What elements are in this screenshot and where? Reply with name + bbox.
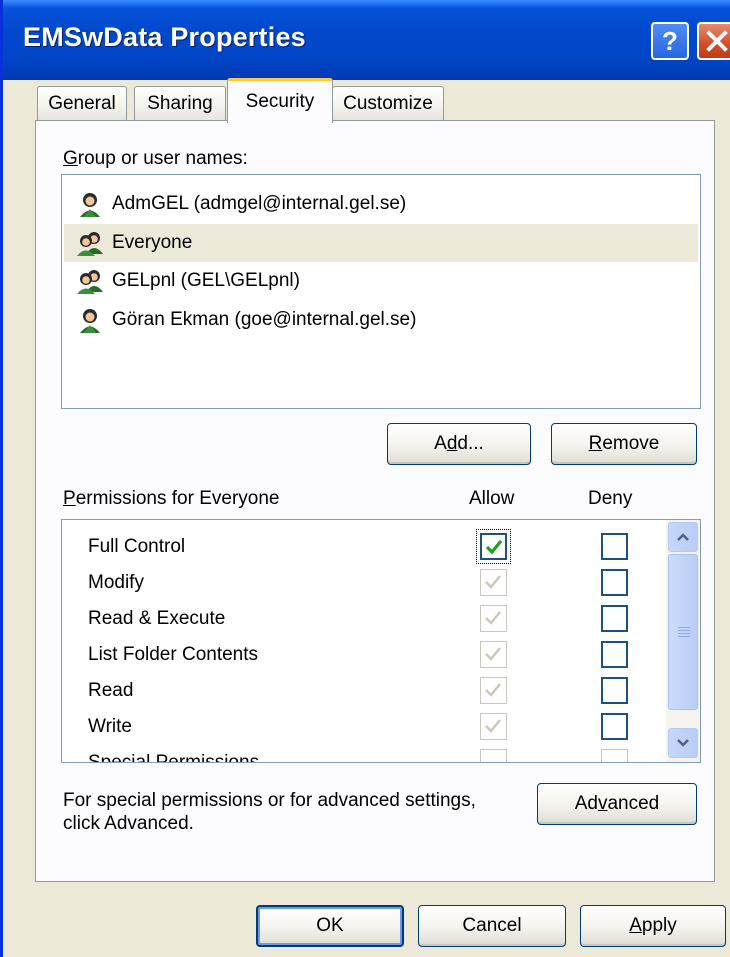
add-button-label-post: d... — [457, 433, 484, 454]
deny-column-header: Deny — [588, 488, 633, 509]
window-title: EMSwData Properties — [23, 22, 306, 52]
advanced-button-label-pre: Ad — [574, 793, 598, 814]
user-icon — [80, 309, 100, 333]
group-icon — [77, 232, 103, 256]
deny-checkbox-full-control[interactable] — [601, 533, 628, 560]
allow-checkbox-list-folder-contents[interactable] — [480, 641, 507, 668]
permission-row-modify: Modify — [62, 566, 662, 602]
add-button[interactable]: Ad d... — [387, 423, 531, 465]
apply-button[interactable]: Apply — [580, 905, 726, 947]
tab-security[interactable]: Security — [227, 78, 333, 123]
permission-row-full-control: Full Control — [62, 529, 662, 566]
permission-label: Modify — [88, 572, 144, 593]
remove-button-mnemonic: R — [588, 433, 603, 454]
advanced-description: For special permissions or for advanced … — [63, 789, 476, 835]
permission-row-write: Write — [62, 710, 662, 746]
advanced-button[interactable]: Ad v anced — [537, 783, 697, 825]
list-item-label: Göran Ekman (goe@internal.gel.se) — [112, 309, 417, 330]
deny-checkbox-write[interactable] — [601, 713, 628, 740]
checkmark-icon — [485, 575, 501, 589]
cancel-button[interactable]: Cancel — [418, 905, 566, 947]
permission-row-list-folder-contents: List Folder Contents — [62, 638, 662, 674]
chevron-down-icon — [677, 739, 689, 747]
tab-sharing-label: Sharing — [147, 92, 213, 114]
group-names-label-mnemonic: G — [63, 148, 78, 169]
permission-label: Write — [88, 716, 132, 737]
permissions-label-text: ermissions for Everyone — [75, 488, 280, 509]
permission-label: Full Control — [88, 536, 186, 557]
checkmark-icon — [485, 539, 503, 555]
checkmark-icon — [485, 647, 501, 661]
allow-checkbox-read[interactable] — [480, 677, 507, 704]
checkmark-icon — [485, 611, 501, 625]
permission-label: Special Permissions — [88, 752, 260, 763]
permission-label: Read & Execute — [88, 608, 226, 629]
apply-button-mnemonic: A — [629, 915, 642, 936]
apply-button-label: pply — [641, 915, 677, 936]
question-mark-icon: ? — [662, 25, 678, 56]
list-item-goran-ekman[interactable]: Göran Ekman (goe@internal.gel.se) — [64, 301, 698, 339]
group-icon — [77, 270, 103, 294]
list-item-everyone[interactable]: Everyone — [64, 224, 698, 262]
properties-dialog: EMSwData Properties ? General Sharing Se… — [0, 0, 730, 957]
checkmark-icon — [485, 683, 501, 697]
scrollbar-thumb[interactable] — [668, 554, 698, 710]
group-names-label: Group or user names: — [63, 148, 248, 170]
ok-button[interactable]: OK — [256, 905, 404, 947]
close-icon — [706, 30, 728, 52]
cancel-button-label: Cancel — [462, 915, 522, 936]
allow-checkbox-read-execute[interactable] — [480, 605, 507, 632]
allow-checkbox-write[interactable] — [480, 713, 507, 740]
advanced-description-line2: click Advanced. — [63, 813, 194, 834]
deny-checkbox-modify[interactable] — [601, 569, 628, 596]
deny-checkbox-read-execute[interactable] — [601, 605, 628, 632]
advanced-button-label-post: anced — [607, 793, 660, 814]
list-item-admgel[interactable]: AdmGEL (admgel@internal.gel.se) — [64, 185, 698, 223]
chevron-up-icon — [677, 533, 689, 541]
list-item-label: AdmGEL (admgel@internal.gel.se) — [112, 193, 407, 214]
permission-label: Read — [88, 680, 134, 701]
list-item-label: Everyone — [112, 232, 193, 253]
permission-label: List Folder Contents — [88, 644, 259, 665]
advanced-button-mnemonic: v — [597, 793, 608, 814]
tab-general-label: General — [48, 92, 116, 114]
deny-checkbox-list-folder-contents[interactable] — [601, 641, 628, 668]
list-item-label: GELpnl (GEL\GELpnl) — [112, 270, 300, 291]
tab-general[interactable]: General — [37, 86, 127, 120]
user-icon — [80, 193, 100, 217]
permission-row-special-permissions: Special Permissions — [62, 746, 662, 763]
remove-button[interactable]: Remove — [551, 423, 697, 465]
scroll-up-button[interactable] — [668, 522, 698, 552]
add-button-label-pre: A — [434, 433, 447, 454]
permissions-label: Permissions for Everyone — [63, 488, 279, 510]
tab-security-label: Security — [245, 91, 315, 112]
deny-checkbox-read[interactable] — [601, 677, 628, 704]
close-button[interactable] — [697, 22, 730, 60]
help-button[interactable]: ? — [651, 22, 689, 60]
title-bar[interactable]: EMSwData Properties ? — [3, 0, 730, 80]
ok-button-label: OK — [316, 915, 344, 936]
permission-row-read: Read — [62, 674, 662, 710]
deny-checkbox-special-permissions[interactable] — [601, 749, 628, 762]
advanced-description-line1: For special permissions or for advanced … — [63, 790, 476, 811]
group-names-label-text: roup or user names: — [77, 148, 248, 169]
tab-customize-label: Customize — [343, 92, 433, 114]
scroll-down-button[interactable] — [668, 728, 698, 758]
add-button-mnemonic: d — [446, 433, 458, 454]
permission-row-read-execute: Read & Execute — [62, 602, 662, 638]
permissions-scrollbar[interactable] — [666, 520, 700, 762]
group-user-list[interactable]: AdmGEL (admgel@internal.gel.se) Everyone — [61, 174, 701, 409]
tab-sharing[interactable]: Sharing — [134, 86, 226, 120]
remove-button-label: emove — [602, 433, 660, 454]
permissions-list[interactable]: Full Control Modify Read & Execute List … — [61, 519, 701, 763]
allow-checkbox-full-control[interactable] — [480, 533, 507, 560]
list-item-gelpnl[interactable]: GELpnl (GEL\GELpnl) — [64, 262, 698, 300]
allow-checkbox-special-permissions[interactable] — [480, 749, 507, 762]
tab-customize[interactable]: Customize — [332, 86, 444, 120]
allow-column-header: Allow — [469, 488, 515, 509]
checkmark-icon — [485, 719, 501, 733]
allow-checkbox-modify[interactable] — [480, 569, 507, 596]
permissions-label-mnemonic: P — [63, 488, 76, 509]
